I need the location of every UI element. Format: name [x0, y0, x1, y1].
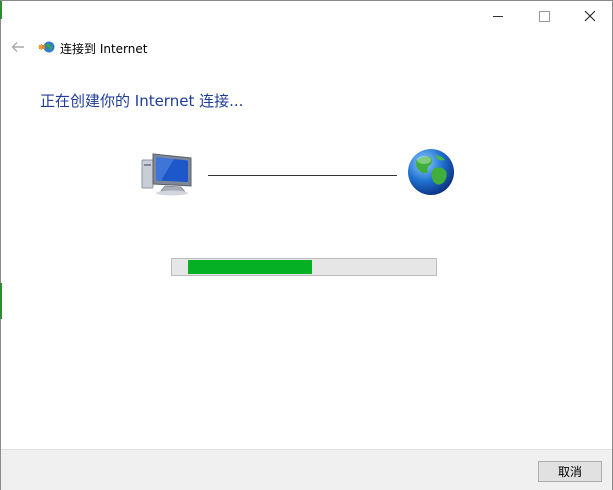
footer-bar: 取消: [1, 449, 612, 490]
internet-connection-icon: [38, 41, 55, 53]
computer-icon: [141, 153, 192, 196]
maximize-icon: [538, 10, 550, 22]
back-button[interactable]: [7, 37, 29, 57]
window-title: 连接到 Internet: [60, 42, 148, 56]
back-arrow-icon: [11, 42, 24, 52]
connection-line: [208, 175, 397, 176]
page-heading: 正在创建你的 Internet 连接...: [40, 92, 244, 110]
close-icon: [584, 10, 596, 22]
close-button[interactable]: [567, 1, 613, 31]
minimize-button[interactable]: [475, 1, 521, 31]
globe-icon: [408, 149, 454, 195]
connection-progress-bar: [171, 258, 437, 276]
minimize-icon: [493, 15, 503, 17]
progress-fill: [188, 260, 312, 274]
progress-track: [188, 260, 435, 274]
cancel-button[interactable]: 取消: [538, 461, 602, 482]
maximize-button[interactable]: [521, 1, 567, 31]
window-edge-accent: [0, 283, 2, 319]
connect-to-internet-window: 连接到 Internet 正在创建你的 Internet 连接... 取消: [0, 0, 613, 490]
window-edge-accent: [0, 1, 2, 19]
